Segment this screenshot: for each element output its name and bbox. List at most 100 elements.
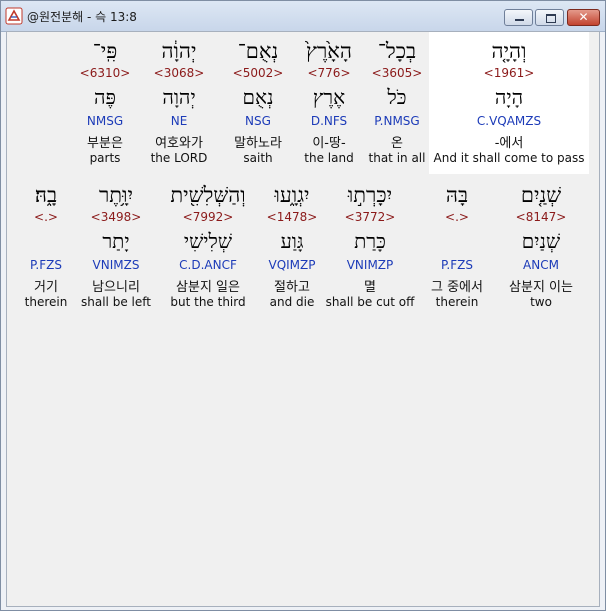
strongs-number: <5002> xyxy=(232,66,284,80)
app-window: @원전분해 - 슥 13:8 ✕ פִּֽי־ <6310> פֶּה NMSG 부분은… xyxy=(0,0,606,611)
parsing-code: NSG xyxy=(245,114,271,128)
english-gloss: therein xyxy=(24,295,68,309)
word-cell[interactable]: יִכָּרְת֣וּ <3772> כָּרַת VNIMZP 멸 shall be c… xyxy=(325,176,415,318)
word-cell[interactable]: בָּהּ <.> P.FZS 그 중에서 therein xyxy=(417,176,497,318)
hebrew-word: בְכָל־ xyxy=(377,39,417,63)
korean-gloss: 온 xyxy=(391,136,403,151)
hebrew-word: בָ֑הּ׃ xyxy=(34,183,58,207)
word-cell[interactable]: יִוָּ֥תֶר <3498> יָתַר VNIMZS 남으니리 shall be l… xyxy=(75,176,157,318)
word-cell[interactable]: וְהָיָ֤ה <1961> הָיָה C.VQAMZS -에서 And it sha… xyxy=(429,32,589,174)
hebrew-word: שְׁנַ֤יִם xyxy=(520,183,562,207)
parsing-code: NE xyxy=(170,114,188,128)
korean-gloss: 말하노라 xyxy=(234,136,282,151)
hebrew-word: יִכָּרְת֣וּ xyxy=(347,183,393,207)
lemma-word: יְהוָה xyxy=(162,85,196,109)
app-logo-icon xyxy=(5,7,23,25)
word-cell[interactable]: שְׁנַ֤יִם <8147> שְׁנַיִם ANCM 삼분지 이는 two xyxy=(497,176,585,318)
lemma-word: שְׁלִישִׁי xyxy=(183,229,233,253)
strongs-number: <7992> xyxy=(182,210,234,224)
strongs-number: <8147> xyxy=(515,210,567,224)
lemma-word: גָּוַע xyxy=(280,229,304,253)
word-cell[interactable]: נְאֻם־ <5002> נְאֻם NSG 말하노라 saith xyxy=(221,32,295,174)
maximize-icon xyxy=(536,10,563,25)
english-gloss: And it shall come to pass xyxy=(433,151,585,165)
parsing-code: VQIMZP xyxy=(268,258,316,272)
lemma-word: שְׁנַיִם xyxy=(521,229,561,253)
hebrew-word: בָּהּ xyxy=(445,183,469,207)
lemma-word: נְאֻם xyxy=(242,85,274,109)
title-bar[interactable]: @원전분해 - 슥 13:8 ✕ xyxy=(1,1,605,32)
english-gloss: saith xyxy=(243,151,273,165)
english-gloss: but the third xyxy=(170,295,246,309)
minimize-button[interactable] xyxy=(504,9,533,26)
korean-gloss: 삼분지 이는 xyxy=(509,280,573,295)
korean-gloss: 그 중에서 xyxy=(431,280,483,295)
verse-row-2: בָ֑הּ׃ <.> P.FZS 거기 therein יִוָּ֥תֶר <3498> יָ… xyxy=(7,176,601,318)
korean-gloss: 이-땅- xyxy=(312,136,346,151)
korean-gloss: 멸 xyxy=(364,280,376,295)
strongs-number: <776> xyxy=(307,66,351,80)
lemma-word: כֹּל xyxy=(387,85,407,109)
parsing-code: C.D.ANCF xyxy=(179,258,237,272)
parsing-code: P.NMSG xyxy=(374,114,420,128)
korean-gloss: 여호와가 xyxy=(155,136,203,151)
english-gloss: therein xyxy=(435,295,479,309)
parsing-panel: פִּֽי־ <6310> פֶּה NMSG 부분은 parts יְהוָ֔ה <3068… xyxy=(6,31,600,607)
word-cell[interactable]: הָאָ֙רֶץ֙ <776> אֶרֶץ D.NFS 이-땅-the land xyxy=(295,32,363,174)
close-icon: ✕ xyxy=(578,10,589,24)
close-button[interactable]: ✕ xyxy=(567,9,600,26)
word-cell[interactable]: פִּֽי־ <6310> פֶּה NMSG 부분은 parts xyxy=(75,32,135,174)
parsing-code: C.VQAMZS xyxy=(476,114,542,128)
window-title: @원전분해 - 슥 13:8 xyxy=(27,10,137,24)
word-cell[interactable]: בְכָל־ <3605> כֹּל P.NMSG 온 that in all xyxy=(363,32,431,174)
parsing-code: P.FZS xyxy=(441,258,473,272)
korean-gloss: -에서 xyxy=(494,136,524,151)
english-gloss: that in all xyxy=(368,151,426,165)
korean-gloss: 절하고 xyxy=(274,280,310,295)
maximize-button[interactable] xyxy=(535,9,564,26)
strongs-number: <3772> xyxy=(344,210,396,224)
word-cell[interactable]: יִגְוָ֑עוּ <1478> גָּוַע VQIMZP 절하고 and die xyxy=(259,176,325,318)
strongs-number: <1961> xyxy=(483,66,535,80)
hebrew-word: הָאָ֙רֶץ֙ xyxy=(306,39,352,63)
korean-gloss: 거기 xyxy=(34,280,58,295)
english-gloss: parts xyxy=(89,151,121,165)
lemma-word: פֶּה xyxy=(94,85,116,109)
parsing-code: VNIMZS xyxy=(92,258,140,272)
verse-row-1: פִּֽי־ <6310> פֶּה NMSG 부분은 parts יְהוָ֔ה <3068… xyxy=(7,32,601,174)
parsing-code: D.NFS xyxy=(310,114,348,128)
lemma-word: הָיָה xyxy=(494,85,524,109)
strongs-number: <3605> xyxy=(371,66,423,80)
hebrew-word: יִגְוָ֑עוּ xyxy=(274,183,310,207)
strongs-number: <.> xyxy=(445,210,469,224)
word-cell[interactable]: יְהוָ֔ה <3068> יְהוָה NE 여호와가 the LORD xyxy=(137,32,221,174)
english-gloss: and die xyxy=(269,295,315,309)
word-cell[interactable]: בָ֑הּ׃ <.> P.FZS 거기 therein xyxy=(17,176,75,318)
parsing-code: NMSG xyxy=(86,114,124,128)
english-gloss: shall be left xyxy=(81,295,151,309)
hebrew-word: נְאֻם־ xyxy=(237,39,279,63)
parsing-code: VNIMZP xyxy=(346,258,394,272)
strongs-number: <1478> xyxy=(266,210,318,224)
english-gloss: two xyxy=(530,295,552,309)
hebrew-word: וְהַשְּׁלִשִׁ֖ית xyxy=(170,183,246,207)
word-cell[interactable]: וְהַשְּׁלִשִׁ֖ית <7992> שְׁלִישִׁי C.D.ANCF… xyxy=(157,176,259,318)
hebrew-word: יְהוָ֔ה xyxy=(161,39,197,63)
hebrew-word: פִּֽי־ xyxy=(92,39,118,63)
minimize-icon xyxy=(505,10,532,25)
lemma-word: יָתַר xyxy=(102,229,130,253)
strongs-number: <3498> xyxy=(90,210,142,224)
lemma-word: אֶרֶץ xyxy=(312,85,346,109)
english-gloss: the land xyxy=(304,151,354,165)
korean-gloss: 부분은 xyxy=(87,136,123,151)
hebrew-word: יִוָּ֥תֶר xyxy=(98,183,133,207)
strongs-number: <.> xyxy=(34,210,58,224)
strongs-number: <3068> xyxy=(153,66,205,80)
english-gloss: shall be cut off xyxy=(325,295,415,309)
lemma-word: כָּרַת xyxy=(354,229,386,253)
english-gloss: the LORD xyxy=(150,151,208,165)
hebrew-word: וְהָיָ֤ה xyxy=(491,39,527,63)
strongs-number: <6310> xyxy=(79,66,131,80)
parsing-code: ANCM xyxy=(523,258,559,272)
parsing-code: P.FZS xyxy=(30,258,62,272)
